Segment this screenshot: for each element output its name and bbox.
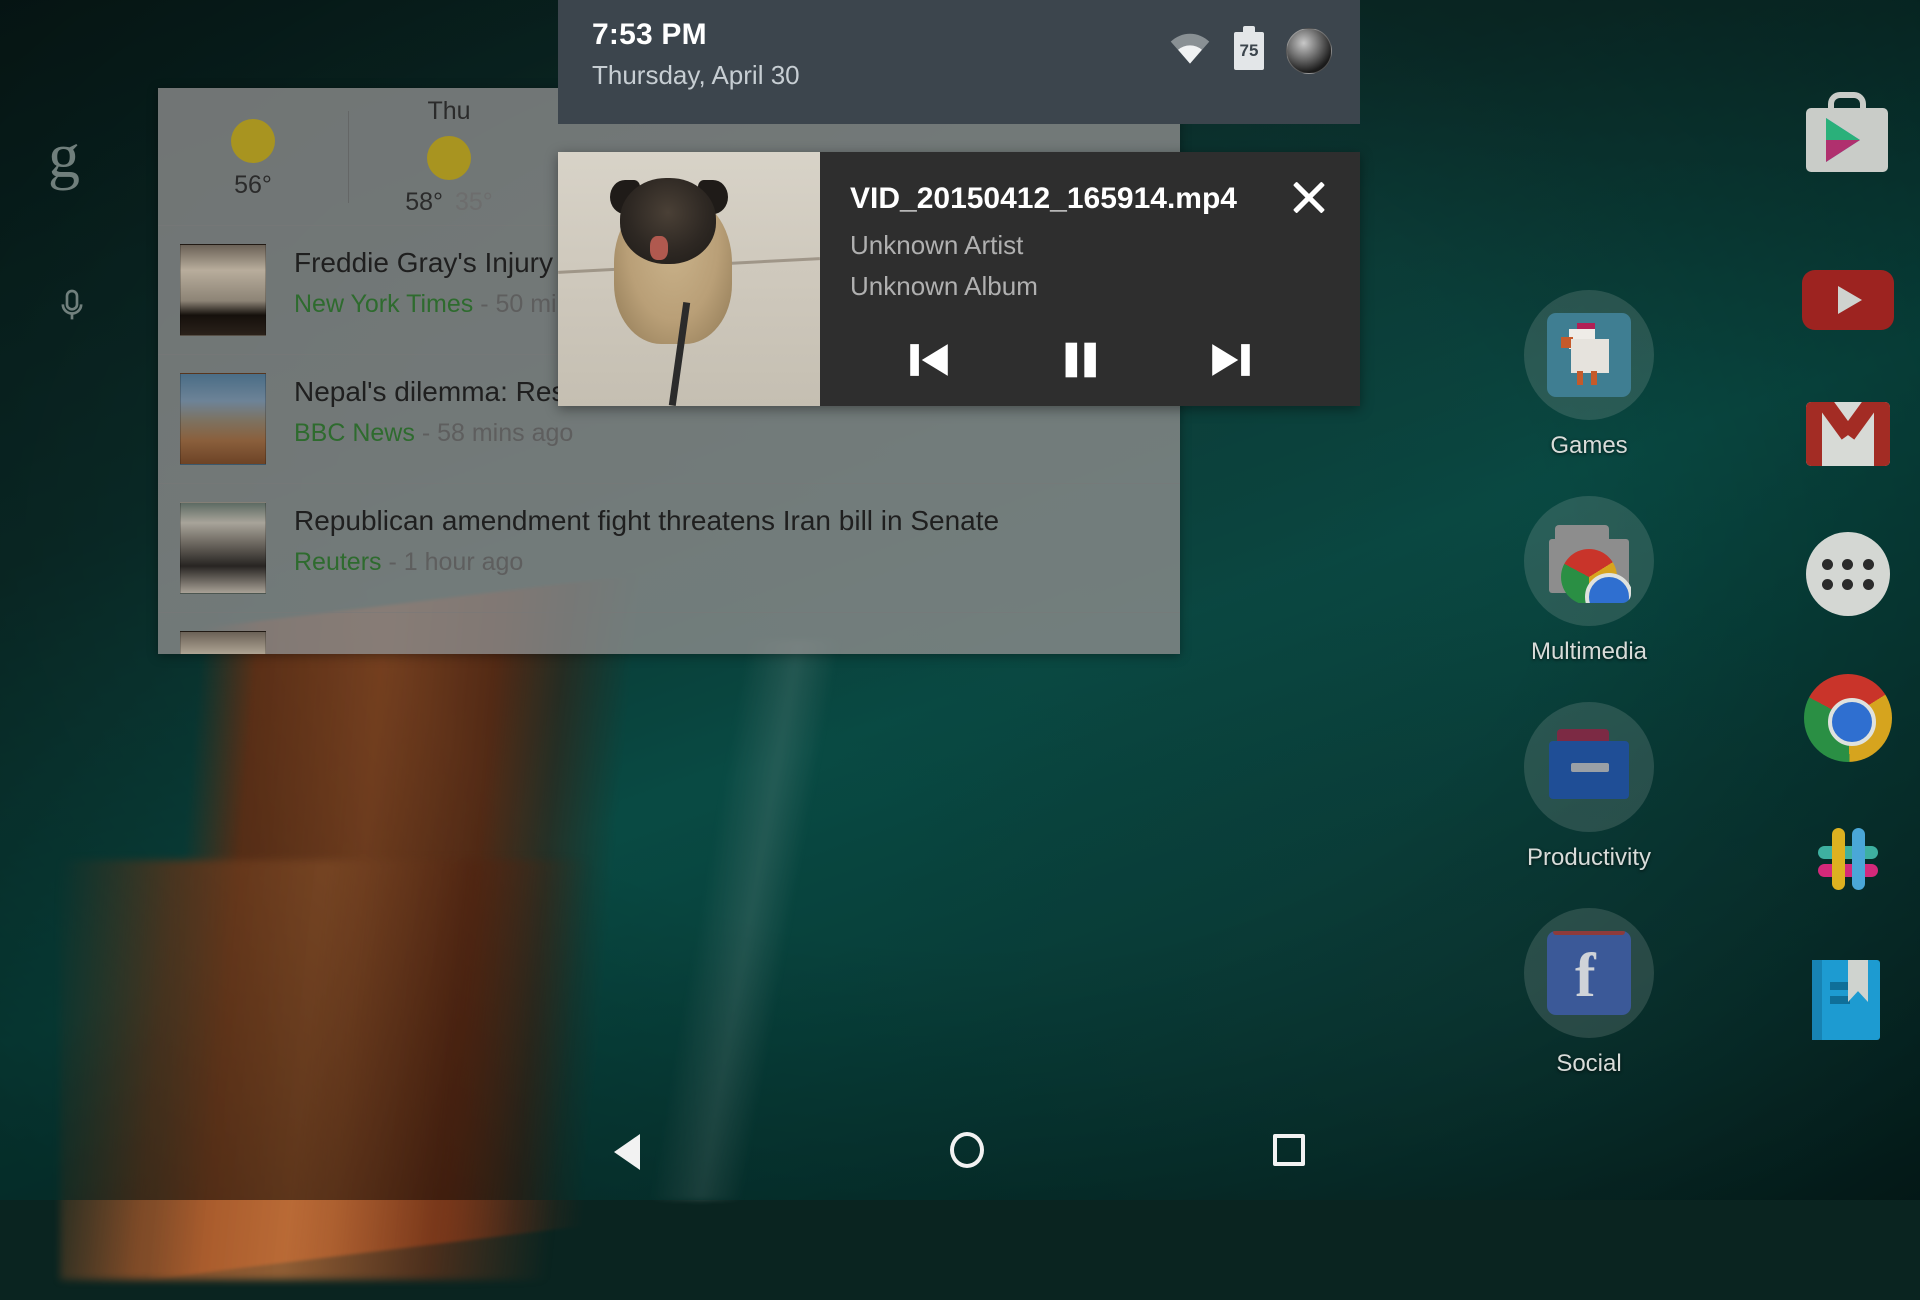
chrome-icon[interactable] (1798, 668, 1898, 768)
crossy-road-icon (1547, 313, 1631, 397)
folder-games[interactable]: Games (1516, 290, 1662, 460)
youtube-icon[interactable] (1798, 248, 1898, 348)
folder-label: Social (1516, 1050, 1662, 1078)
news-time: - 1 hour ago (389, 548, 524, 576)
file-manager-icon (1547, 725, 1631, 809)
skip-next-icon[interactable] (1199, 332, 1263, 388)
microphone-icon[interactable] (52, 282, 92, 330)
slack-icon[interactable] (1798, 810, 1898, 910)
news-source: BBC News (294, 419, 415, 447)
wifi-icon[interactable] (1168, 32, 1212, 71)
news-card-clipped[interactable] (158, 613, 1180, 654)
back-icon[interactable] (608, 1130, 662, 1174)
news-thumbnail (180, 502, 266, 594)
weather-day-label: Thu (427, 97, 470, 126)
art-detail (620, 178, 716, 264)
folder-circle[interactable]: f (1524, 908, 1654, 1038)
gmail-icon[interactable] (1798, 382, 1898, 482)
folder-label: Productivity (1516, 844, 1662, 872)
play-store-icon[interactable] (1798, 90, 1898, 190)
close-icon[interactable] (1286, 174, 1332, 220)
app-drawer-icon[interactable] (1798, 524, 1898, 624)
folder-circle[interactable] (1524, 702, 1654, 832)
folder-social[interactable]: f Social (1516, 908, 1662, 1078)
media-transport-controls[interactable] (820, 332, 1360, 388)
media-artist: Unknown Artist (850, 230, 1326, 261)
sun-icon (231, 119, 275, 163)
weather-forecast-day: Thu 58° 35° (349, 97, 549, 217)
weather-current-temp: 56° (234, 171, 272, 200)
chrome-folder-icon (1547, 519, 1631, 603)
folder-label: Games (1516, 432, 1662, 460)
shade-status-icons[interactable]: 75 (1168, 28, 1332, 74)
notification-shade-header: 7:53 PM Thursday, April 30 75 (558, 0, 1360, 124)
facebook-icon: f (1547, 931, 1631, 1015)
folder-productivity[interactable]: Productivity (1516, 702, 1662, 872)
news-title: Republican amendment fight threatens Ira… (294, 504, 999, 538)
news-time: - 58 mins ago (422, 419, 573, 447)
art-detail (650, 236, 668, 260)
pause-icon[interactable] (1048, 332, 1112, 388)
news-meta: Reuters - 1 hour ago (294, 548, 999, 577)
weather-current: 56° (158, 113, 348, 200)
weather-forecast-temps: 58° 35° (405, 188, 493, 217)
recents-icon[interactable] (1262, 1130, 1316, 1174)
user-avatar[interactable] (1286, 28, 1332, 74)
battery-level: 75 (1240, 41, 1259, 61)
news-source: New York Times (294, 290, 473, 318)
battery-icon[interactable]: 75 (1234, 32, 1264, 70)
news-thumbnail (180, 244, 266, 336)
forecast-low: 35° (455, 188, 493, 216)
navigation-bar (0, 1104, 1920, 1200)
album-art-pug-photo (558, 152, 820, 406)
media-title: VID_20150412_165914.mp4 (850, 182, 1326, 216)
forecast-high: 58° (405, 188, 443, 216)
news-thumbnail (180, 373, 266, 465)
news-card[interactable]: Republican amendment fight threatens Ira… (158, 484, 1180, 613)
book-icon[interactable] (1798, 948, 1898, 1048)
news-thumbnail (180, 631, 266, 654)
home-icon[interactable] (940, 1130, 994, 1174)
google-logo-icon[interactable]: g (48, 128, 96, 188)
news-meta: BBC News - 58 mins ago (294, 419, 611, 448)
sun-icon (427, 136, 471, 180)
skip-previous-icon[interactable] (897, 332, 961, 388)
news-source: Reuters (294, 548, 382, 576)
folder-multimedia[interactable]: Multimedia (1516, 496, 1662, 666)
media-notification[interactable]: VID_20150412_165914.mp4 Unknown Artist U… (558, 152, 1360, 406)
folder-circle[interactable] (1524, 290, 1654, 420)
folder-label: Multimedia (1516, 638, 1662, 666)
media-album: Unknown Album (850, 271, 1326, 302)
folder-circle[interactable] (1524, 496, 1654, 626)
